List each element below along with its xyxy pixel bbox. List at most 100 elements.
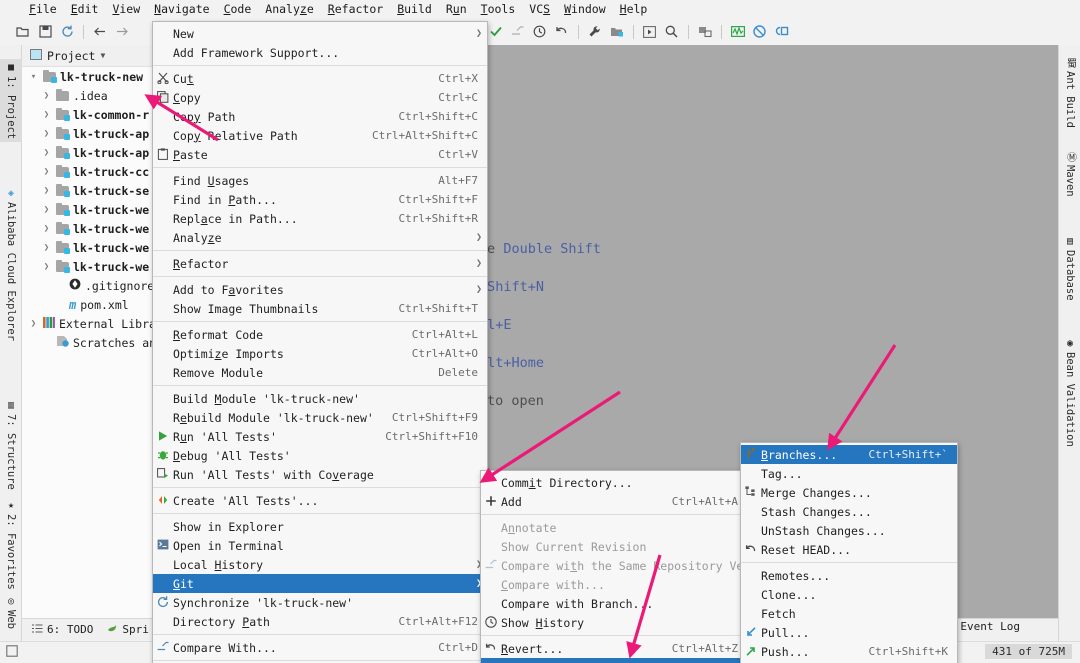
menu-item-open-in-terminal[interactable]: Open in Terminal	[153, 536, 487, 555]
chevron-down-icon[interactable]: ▼	[100, 51, 105, 60]
git-commit-icon[interactable]	[485, 22, 507, 42]
chevron-right-icon[interactable]: ❯	[28, 319, 39, 329]
chevron-right-icon[interactable]: ❯	[41, 129, 52, 139]
right-strip-tab-bean-validation[interactable]: ◉ Bean Validation	[1059, 335, 1080, 450]
search-icon[interactable]	[661, 22, 683, 42]
left-strip-tab-2-favorites[interactable]: ★ 2: Favorites	[0, 497, 22, 593]
menu-item-copy-relative-path[interactable]: Copy Relative Path Ctrl+Alt+Shift+C	[153, 126, 487, 145]
menu-item-cut[interactable]: Cut Ctrl+X	[153, 69, 487, 88]
menu-item-synchronize-lk-truck-new[interactable]: Synchronize 'lk-truck-new'	[153, 593, 487, 612]
menu-item-run-all-tests[interactable]: Run 'All Tests' Ctrl+Shift+F10	[153, 427, 487, 446]
chevron-right-icon[interactable]: ❯	[41, 243, 52, 253]
sync-icon[interactable]	[56, 22, 78, 42]
menubar-item-help[interactable]: Help	[613, 1, 655, 17]
back-arrow-icon[interactable]	[89, 22, 111, 42]
chevron-right-icon[interactable]: ❯	[41, 224, 52, 234]
menu-item-build-module-lk-truck-new[interactable]: Build Module 'lk-truck-new'	[153, 389, 487, 408]
chevron-right-icon[interactable]: ❯	[41, 148, 52, 158]
menu-item-compare-with-branch[interactable]: Compare with Branch...	[481, 594, 747, 613]
menubar-item-analyze[interactable]: Analyze	[258, 1, 321, 17]
chevron-right-icon[interactable]: ❯	[41, 167, 52, 177]
menubar-item-build[interactable]: Build	[390, 1, 439, 17]
menu-item-repository[interactable]: Repository❯	[481, 658, 747, 663]
menubar-item-window[interactable]: Window	[557, 1, 613, 17]
menu-item-branches[interactable]: Branches... Ctrl+Shift+`	[741, 445, 957, 464]
menubar-item-refactor[interactable]: Refactor	[321, 1, 390, 17]
chevron-right-icon[interactable]: ❯	[41, 205, 52, 215]
menu-item-git[interactable]: Git ❯	[153, 574, 487, 593]
menu-item-find-in-path[interactable]: Find in Path... Ctrl+Shift+F	[153, 190, 487, 209]
menu-item-fetch[interactable]: Fetch	[741, 604, 957, 623]
menubar-item-tools[interactable]: Tools	[474, 1, 523, 17]
menu-item-copy[interactable]: Copy Ctrl+C	[153, 88, 487, 107]
chevron-right-icon[interactable]: ❯	[41, 91, 52, 101]
menu-item-run-all-tests-with-coverage[interactable]: Run 'All Tests' with Coverage	[153, 465, 487, 484]
bottom-tab-spring[interactable]: Spri	[107, 623, 149, 636]
menu-item-rebuild-module-lk-truck-new[interactable]: Rebuild Module 'lk-truck-new' Ctrl+Shift+…	[153, 408, 487, 427]
settings-wrench-icon[interactable]	[584, 22, 606, 42]
git-compare-icon[interactable]	[507, 22, 529, 42]
menu-item-directory-path[interactable]: Directory Path Ctrl+Alt+F12	[153, 612, 487, 631]
git-history-icon[interactable]	[529, 22, 551, 42]
menu-item-show-history[interactable]: Show History	[481, 613, 747, 632]
no-entry-icon[interactable]	[749, 22, 771, 42]
menu-item-unstash-changes[interactable]: UnStash Changes...	[741, 521, 957, 540]
database-icon[interactable]	[694, 22, 716, 42]
menubar-item-vcs[interactable]: VCS	[522, 1, 557, 17]
menu-item-paste[interactable]: Paste Ctrl+V	[153, 145, 487, 164]
menu-item-show-image-thumbnails[interactable]: Show Image Thumbnails Ctrl+Shift+T	[153, 299, 487, 318]
chevron-right-icon[interactable]: ❯	[41, 110, 52, 120]
right-strip-tab-database[interactable]: ▤ Database	[1059, 233, 1080, 304]
menu-item-push[interactable]: Push... Ctrl+Shift+K	[741, 642, 957, 661]
menu-item-stash-changes[interactable]: Stash Changes...	[741, 502, 957, 521]
menu-item-local-history[interactable]: Local History ❯	[153, 555, 487, 574]
menu-item-reformat-code[interactable]: Reformat Code Ctrl+Alt+L	[153, 325, 487, 344]
menubar-item-navigate[interactable]: Navigate	[147, 1, 216, 17]
left-strip-tab-web[interactable]: ◎ Web	[0, 593, 22, 632]
left-strip-tab-7-structure[interactable]: ▥ 7: Structure	[0, 397, 22, 493]
menu-item-find-usages[interactable]: Find Usages Alt+F7	[153, 171, 487, 190]
right-strip-tab-maven[interactable]: Ⓜ Maven	[1059, 149, 1080, 200]
menubar-item-edit[interactable]: Edit	[64, 1, 106, 17]
menu-item-remove-module[interactable]: Remove Module Delete	[153, 363, 487, 382]
menu-item-add[interactable]: Add Ctrl+Alt+A	[481, 492, 747, 511]
menubar-item-run[interactable]: Run	[439, 1, 474, 17]
chevron-right-icon[interactable]: ❯	[41, 186, 52, 196]
menu-item-new[interactable]: New ❯	[153, 24, 487, 43]
open-folder-icon[interactable]	[12, 22, 34, 42]
right-strip-tab-ant-build[interactable]: 蜀 Ant Build	[1059, 55, 1080, 131]
menu-item-tag[interactable]: Tag...	[741, 464, 957, 483]
code-scan-icon[interactable]	[727, 22, 749, 42]
menu-item-create-all-tests[interactable]: Create 'All Tests'...	[153, 491, 487, 510]
run-icon[interactable]	[639, 22, 661, 42]
bottom-tab-todo[interactable]: 6: TODO	[32, 623, 93, 636]
chevron-right-icon[interactable]: ❯	[41, 262, 52, 272]
menu-item-refactor[interactable]: Refactor ❯	[153, 254, 487, 273]
link-icon[interactable]	[771, 22, 793, 42]
menu-item-commit-directory[interactable]: Commit Directory...	[481, 473, 747, 492]
status-layout-icon[interactable]	[6, 645, 18, 660]
menu-item-analyze[interactable]: Analyze ❯	[153, 228, 487, 247]
menu-item-clone[interactable]: Clone...	[741, 585, 957, 604]
menubar-item-file[interactable]: File	[22, 1, 64, 17]
memory-indicator[interactable]: 431 of 725M	[985, 644, 1072, 659]
menu-item-add-to-favorites[interactable]: Add to Favorites ❯	[153, 280, 487, 299]
menu-item-merge-changes[interactable]: Merge Changes...	[741, 483, 957, 502]
menu-item-copy-path[interactable]: Copy Path Ctrl+Shift+C	[153, 107, 487, 126]
menu-item-remotes[interactable]: Remotes...	[741, 566, 957, 585]
menu-item-debug-all-tests[interactable]: Debug 'All Tests'	[153, 446, 487, 465]
menu-item-add-framework-support[interactable]: Add Framework Support...	[153, 43, 487, 62]
save-icon[interactable]	[34, 22, 56, 42]
project-structure-icon[interactable]	[606, 22, 628, 42]
left-strip-tab-alibaba-cloud-explorer[interactable]: ◈ Alibaba Cloud Explorer	[0, 185, 22, 344]
menu-item-show-in-explorer[interactable]: Show in Explorer	[153, 517, 487, 536]
forward-arrow-icon[interactable]	[111, 22, 133, 42]
git-revert-icon[interactable]	[551, 22, 573, 42]
menubar-item-code[interactable]: Code	[217, 1, 259, 17]
menu-item-replace-in-path[interactable]: Replace in Path... Ctrl+Shift+R	[153, 209, 487, 228]
menu-item-reset-head[interactable]: Reset HEAD...	[741, 540, 957, 559]
menu-item-pull[interactable]: Pull...	[741, 623, 957, 642]
menu-item-compare-with[interactable]: Compare With... Ctrl+D	[153, 638, 487, 657]
chevron-down-icon[interactable]: ▾	[28, 72, 39, 82]
menu-item-revert[interactable]: Revert... Ctrl+Alt+Z	[481, 639, 747, 658]
